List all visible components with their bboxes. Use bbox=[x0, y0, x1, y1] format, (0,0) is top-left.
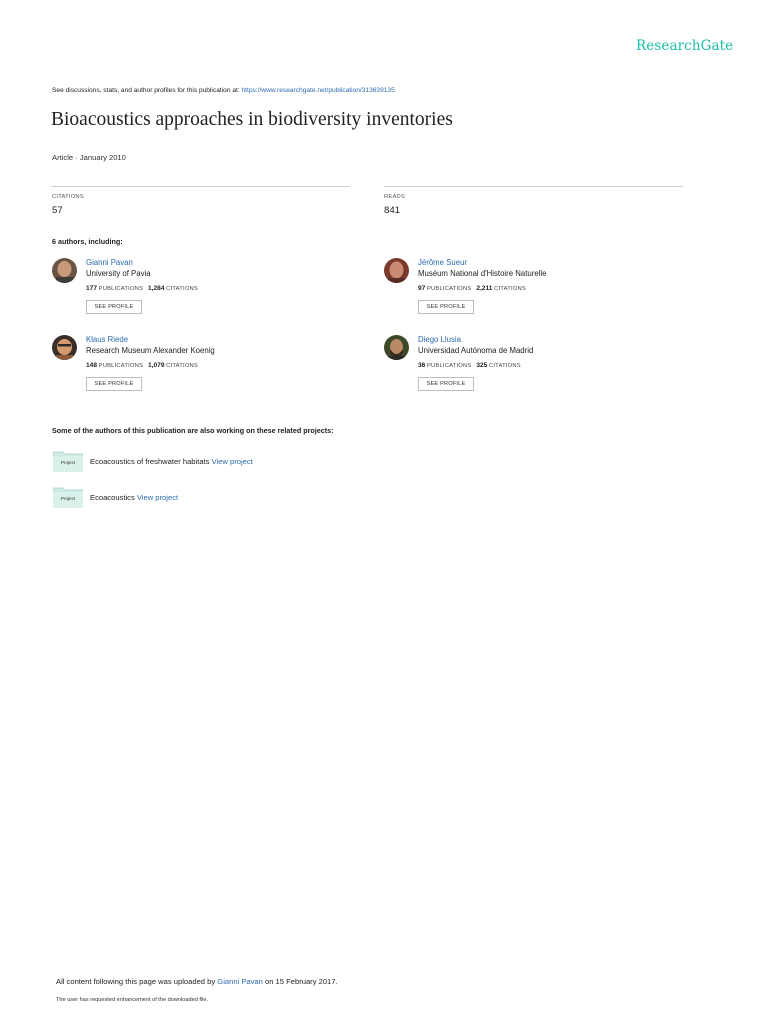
publications-label: PUBLICATIONS bbox=[98, 363, 144, 369]
publications-count: 177 bbox=[86, 285, 98, 292]
avatar[interactable] bbox=[52, 258, 77, 283]
reads-value: 841 bbox=[384, 205, 401, 216]
project-icon-label: Project bbox=[60, 496, 76, 501]
author-card: Diego Llusia Universidad Autónoma de Mad… bbox=[384, 335, 684, 397]
project-icon-label: Project bbox=[60, 460, 76, 465]
citations-divider bbox=[51, 186, 350, 187]
researchgate-logo[interactable]: ResearchGate bbox=[636, 38, 733, 54]
author-card: Gianni Pavan University of Pavia 177 PUB… bbox=[52, 258, 352, 320]
project-folder-icon: Project bbox=[52, 451, 84, 473]
citations-value: 57 bbox=[52, 205, 63, 216]
avatar[interactable] bbox=[384, 335, 409, 360]
discussion-line: See discussions, stats, and author profi… bbox=[52, 87, 395, 94]
discussion-prefix: See discussions, stats, and author profi… bbox=[52, 87, 240, 94]
see-profile-button[interactable]: SEE PROFILE bbox=[86, 300, 142, 314]
citations-count: 1,284 bbox=[147, 285, 165, 292]
publications-label: PUBLICATIONS bbox=[426, 286, 472, 292]
citations-label: CITATIONS bbox=[166, 286, 198, 292]
publications-count: 97 bbox=[418, 285, 426, 292]
avatar[interactable] bbox=[384, 258, 409, 283]
author-institution: Universidad Autónoma de Madrid bbox=[418, 346, 534, 355]
citations-count: 325 bbox=[476, 362, 488, 369]
upload-notice: All content following this page was uplo… bbox=[56, 977, 338, 986]
enhancement-note: The user has requested enhancement of th… bbox=[56, 997, 209, 1003]
citations-count: 2,211 bbox=[476, 285, 493, 292]
publications-label: PUBLICATIONS bbox=[426, 363, 472, 369]
publication-title: Bioacoustics approaches in biodiversity … bbox=[51, 109, 453, 130]
project-item: Ecoacoustics View project bbox=[90, 493, 178, 502]
author-stats: 97 PUBLICATIONS 2,211 CITATIONS bbox=[418, 285, 526, 292]
author-stats: 148 PUBLICATIONS 1,079 CITATIONS bbox=[86, 362, 198, 369]
author-institution: University of Pavia bbox=[86, 269, 151, 278]
citations-label: CITATIONS bbox=[488, 363, 521, 369]
citations-count: 1,079 bbox=[147, 362, 165, 369]
view-project-link[interactable]: View project bbox=[137, 493, 178, 502]
author-institution: Muséum National d'Histoire Naturelle bbox=[418, 269, 547, 278]
authors-heading: 6 authors, including: bbox=[52, 237, 123, 246]
see-profile-button[interactable]: SEE PROFILE bbox=[418, 300, 474, 314]
citations-label: CITATIONS bbox=[166, 363, 198, 369]
reads-divider bbox=[384, 186, 683, 187]
publications-count: 148 bbox=[86, 362, 98, 369]
view-project-link[interactable]: View project bbox=[212, 457, 253, 466]
publication-meta: Article · January 2010 bbox=[52, 153, 126, 162]
project-item: Ecoacoustics of freshwater habitats View… bbox=[90, 457, 253, 466]
see-profile-button[interactable]: SEE PROFILE bbox=[86, 377, 142, 391]
author-stats: 177 PUBLICATIONS 1,284 CITATIONS bbox=[86, 285, 198, 292]
author-name[interactable]: Jérôme Sueur bbox=[418, 258, 467, 267]
publications-count: 36 bbox=[418, 362, 426, 369]
upload-prefix: All content following this page was uplo… bbox=[56, 977, 216, 986]
citations-label: CITATIONS bbox=[494, 286, 526, 292]
author-card: Jérôme Sueur Muséum National d'Histoire … bbox=[384, 258, 684, 320]
author-card: Klaus Riede Research Museum Alexander Ko… bbox=[52, 335, 352, 397]
project-folder-icon: Project bbox=[52, 487, 84, 509]
publication-url-link[interactable]: https://www.researchgate.net/publication… bbox=[242, 87, 395, 94]
project-name: Ecoacoustics bbox=[90, 493, 135, 502]
author-institution: Research Museum Alexander Koenig bbox=[86, 346, 215, 355]
project-name: Ecoacoustics of freshwater habitats bbox=[90, 457, 210, 466]
reads-label: READS bbox=[384, 194, 405, 200]
upload-suffix: on 15 February 2017. bbox=[265, 977, 338, 986]
author-name[interactable]: Diego Llusia bbox=[418, 335, 461, 344]
publications-label: PUBLICATIONS bbox=[98, 286, 144, 292]
uploader-link[interactable]: Gianni Pavan bbox=[217, 977, 263, 986]
see-profile-button[interactable]: SEE PROFILE bbox=[418, 377, 474, 391]
related-projects-heading: Some of the authors of this publication … bbox=[52, 426, 334, 435]
author-name[interactable]: Klaus Riede bbox=[86, 335, 128, 344]
avatar[interactable] bbox=[52, 335, 77, 360]
author-stats: 36 PUBLICATIONS 325 CITATIONS bbox=[418, 362, 521, 369]
author-name[interactable]: Gianni Pavan bbox=[86, 258, 133, 267]
citations-label: CITATIONS bbox=[52, 194, 84, 200]
